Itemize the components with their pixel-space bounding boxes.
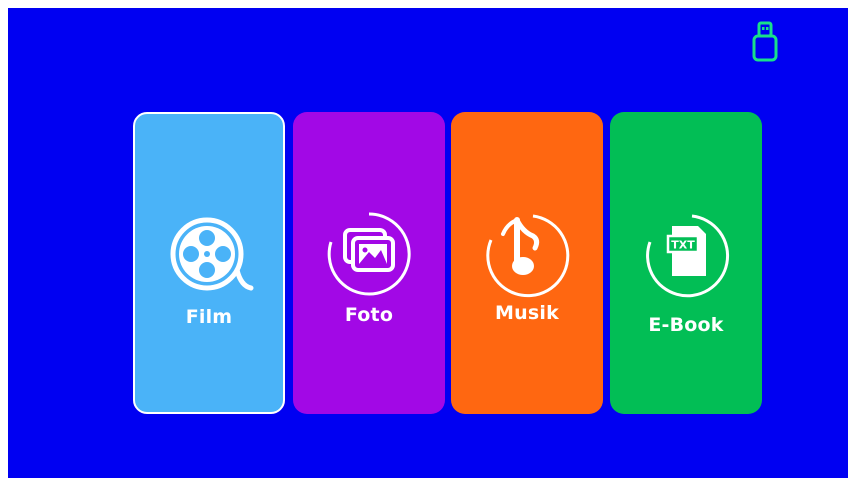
menu-tile-foto[interactable]: Foto [293,112,445,414]
photo-gallery-icon [293,206,445,306]
menu-tile-label: Film [185,306,233,328]
usb-drive-icon [752,21,778,62]
menu-tile-label: E-Book [648,314,724,336]
film-reel-icon [135,208,283,308]
menu-tile-film[interactable]: Film [133,112,285,414]
txt-document-icon: TXT [610,206,762,306]
music-note-icon [451,206,603,306]
menu-tile-ebook[interactable]: TXT E-Book [610,112,762,414]
home-screen: Film Foto Musik TXT E-Book [8,8,848,478]
svg-text:TXT: TXT [671,239,695,252]
menu-tile-label: Musik [495,302,559,324]
menu-tile-musik[interactable]: Musik [451,112,603,414]
menu-tile-label: Foto [344,304,394,326]
